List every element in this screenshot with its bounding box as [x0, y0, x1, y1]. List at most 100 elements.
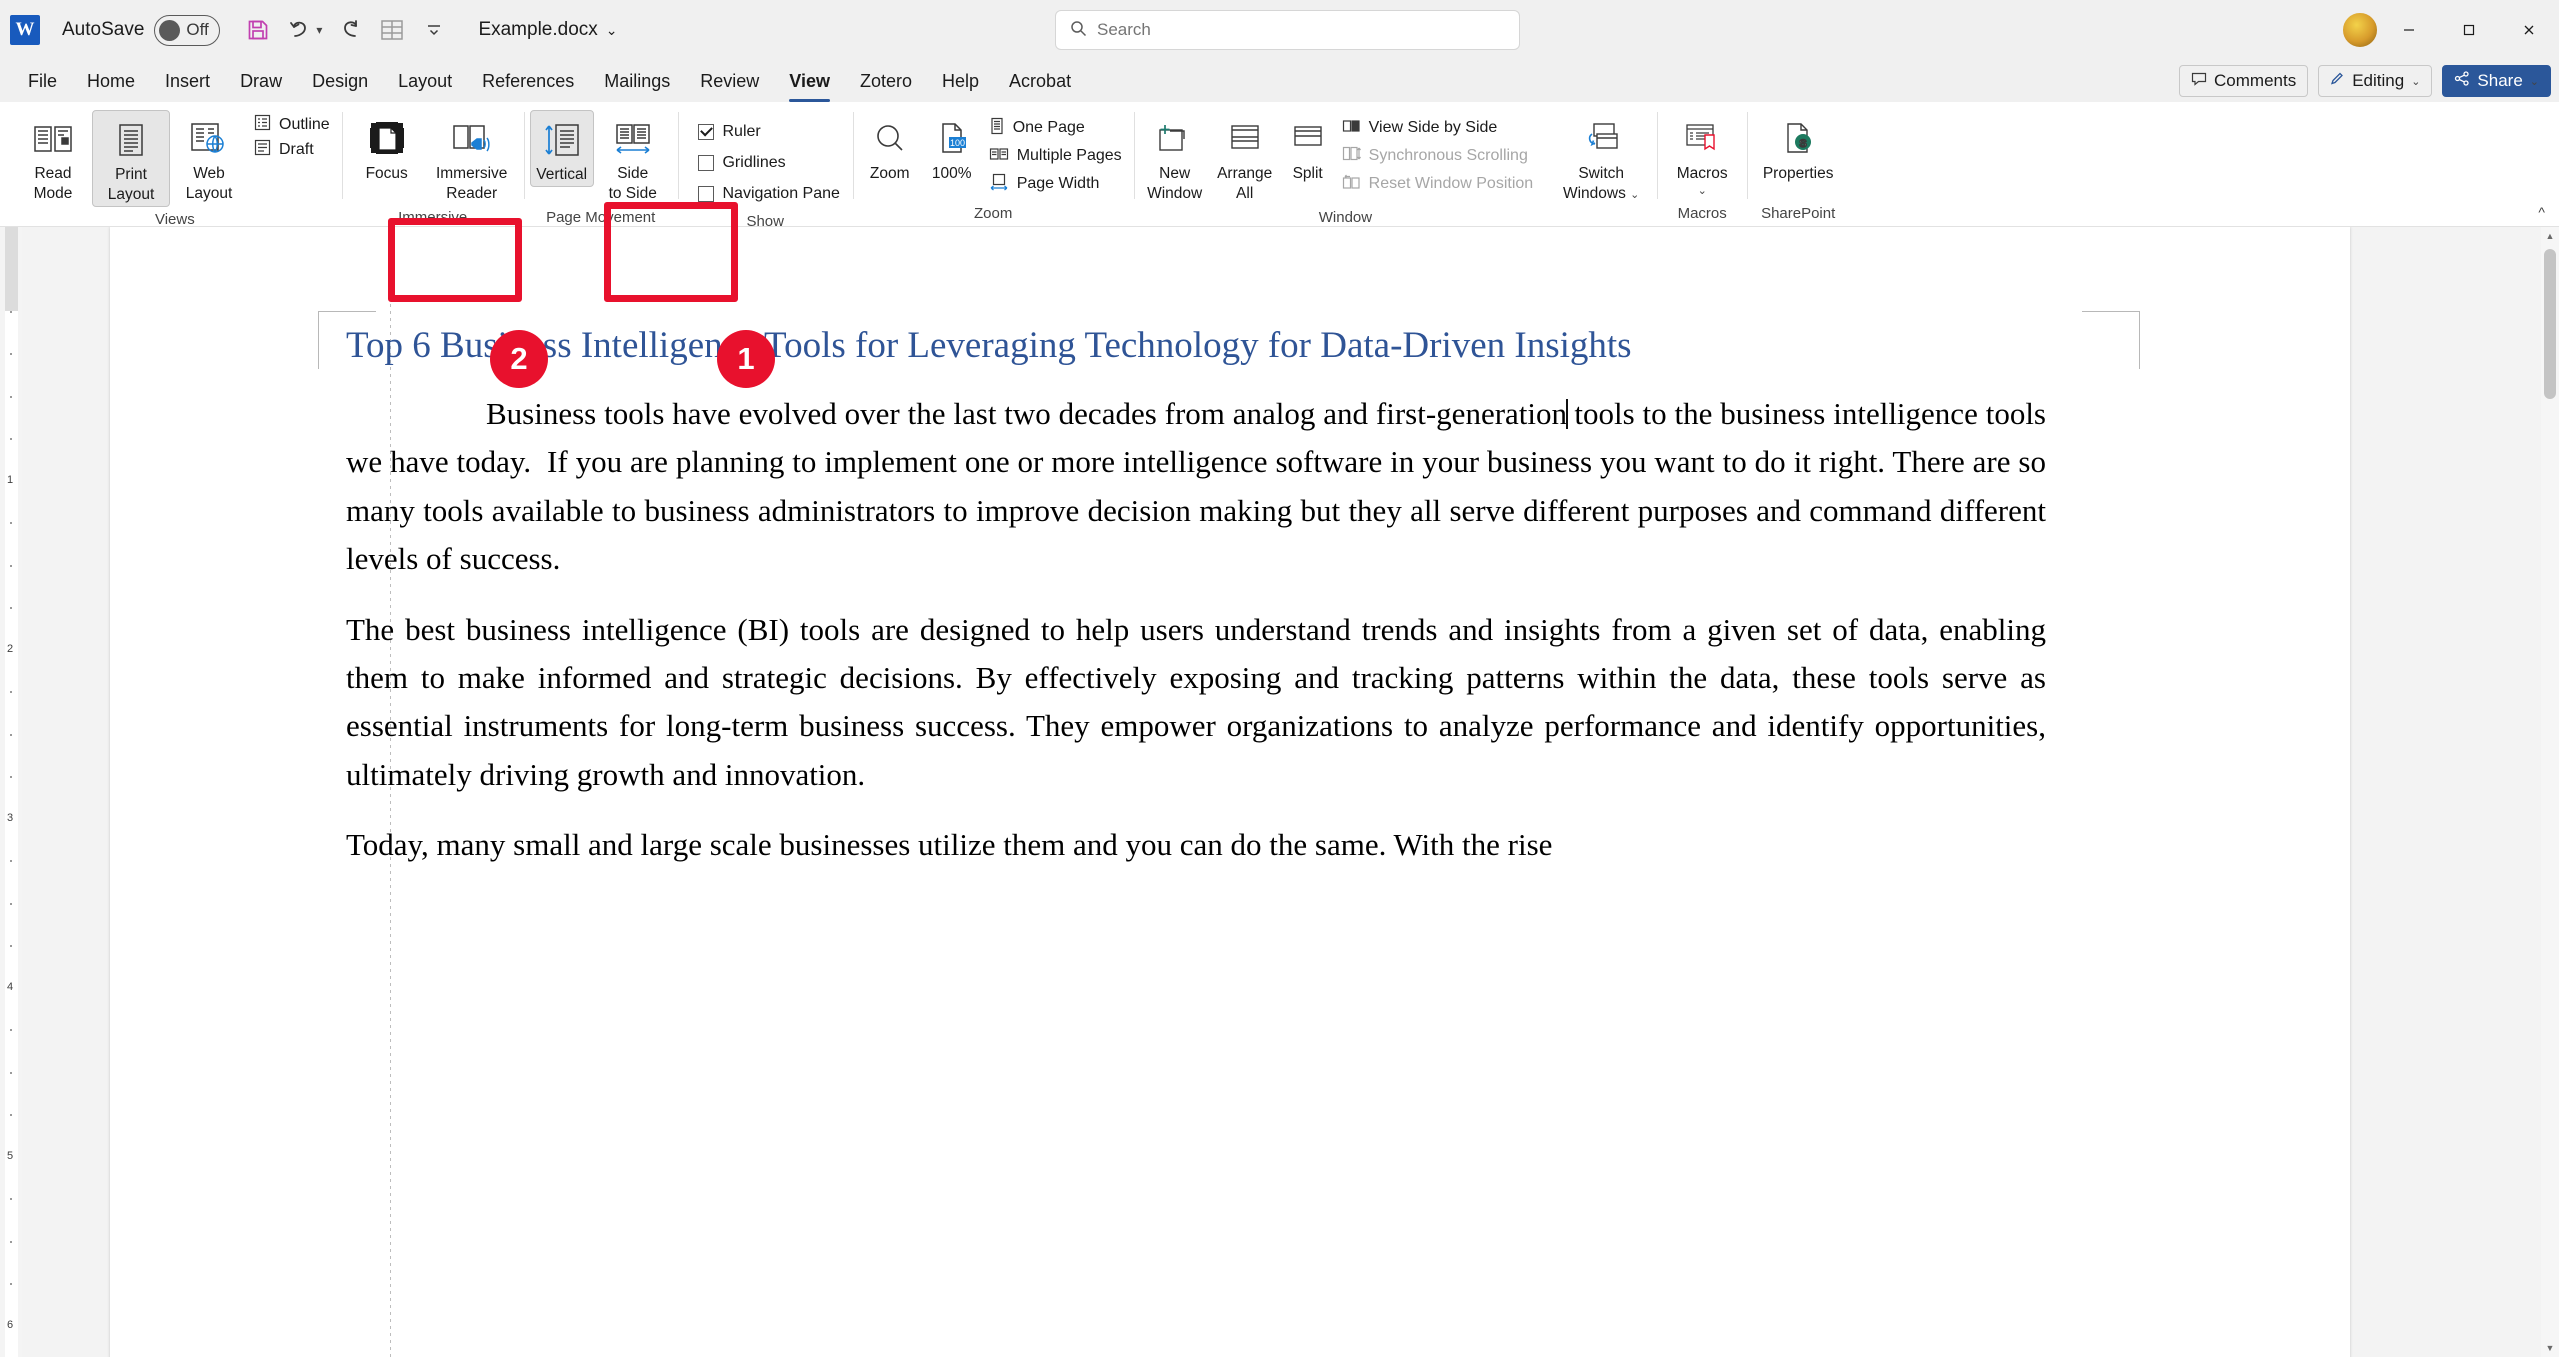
ribbon: Read Mode Print Layout Web Layout Outlin…: [0, 102, 2559, 230]
one-page-button[interactable]: One Page: [983, 114, 1128, 142]
save-icon[interactable]: [238, 10, 278, 50]
immersive-reader-label-1: Immersive: [435, 165, 508, 182]
tab-references[interactable]: References: [468, 67, 588, 96]
tab-draw[interactable]: Draw: [226, 67, 296, 96]
close-button[interactable]: [2499, 0, 2559, 60]
navigation-pane-checkbox[interactable]: [698, 185, 715, 202]
share-caret-icon[interactable]: ⌄: [2530, 75, 2539, 88]
macros-icon: [1683, 115, 1721, 163]
scroll-down-arrow[interactable]: ▼: [2541, 1339, 2559, 1357]
share-button[interactable]: Share ⌄: [2442, 65, 2551, 97]
collapse-ribbon-icon[interactable]: ^: [2538, 204, 2545, 220]
read-mode-button[interactable]: Read Mode: [14, 110, 92, 205]
vruler-number-5: 5: [7, 1150, 14, 1162]
vertical-ruler[interactable]: 1 2 3 4 5 6: [0, 227, 22, 1357]
vruler-number-1: 1: [7, 474, 14, 486]
vruler-tick: [10, 353, 12, 356]
multiple-pages-label: Multiple Pages: [1016, 147, 1122, 164]
avatar[interactable]: [2341, 11, 2379, 49]
split-button[interactable]: Split: [1280, 110, 1336, 185]
tab-help[interactable]: Help: [928, 67, 993, 96]
tab-design[interactable]: Design: [298, 67, 382, 96]
vruler-tick: [10, 1198, 12, 1201]
tab-zotero[interactable]: Zotero: [846, 67, 926, 96]
maximize-button[interactable]: [2439, 0, 2499, 60]
multiple-pages-icon: [989, 146, 1009, 167]
vertical-scrollbar[interactable]: ▲ ▼: [2541, 227, 2559, 1357]
tab-insert[interactable]: Insert: [151, 67, 224, 96]
document-name-caret[interactable]: ⌄: [606, 22, 618, 39]
side-to-side-button[interactable]: Side to Side: [594, 110, 672, 205]
print-layout-button[interactable]: Print Layout: [92, 110, 170, 207]
gridlines-label: Gridlines: [722, 153, 786, 171]
synchronous-scrolling-label: Synchronous Scrolling: [1368, 147, 1528, 164]
web-layout-button[interactable]: Web Layout: [170, 110, 248, 205]
zoom-label: Zoom: [869, 165, 910, 182]
magnifier-icon: [872, 115, 908, 163]
macros-button[interactable]: Macros ⌄: [1663, 110, 1741, 200]
multiple-pages-button[interactable]: Multiple Pages: [983, 142, 1128, 170]
gridlines-checkbox-row[interactable]: Gridlines: [692, 147, 845, 178]
arrange-all-button[interactable]: Arrange All: [1210, 110, 1280, 205]
vruler-tick: [10, 1113, 12, 1116]
page-margin-corner-top-right: [2082, 311, 2140, 369]
new-window-button[interactable]: New Window: [1140, 110, 1210, 205]
immersive-reader-button[interactable]: Immersive Reader: [426, 110, 518, 205]
undo-dropdown-caret[interactable]: ▾: [316, 23, 322, 37]
autosave-control[interactable]: AutoSave Off: [62, 14, 221, 46]
search-input[interactable]: [1097, 20, 1505, 40]
navigation-pane-checkbox-row[interactable]: Navigation Pane: [692, 178, 845, 209]
zoom-button[interactable]: Zoom: [859, 110, 921, 185]
scrollbar-thumb[interactable]: [2544, 249, 2556, 399]
ruler-checkbox[interactable]: [698, 123, 715, 140]
editing-mode-button[interactable]: Editing ⌄: [2318, 65, 2433, 97]
document-page[interactable]: Top 6 Business Intelligence Tools for Le…: [110, 227, 2350, 1357]
macros-caret-icon[interactable]: ⌄: [1698, 183, 1707, 198]
web-layout-icon: [188, 115, 230, 163]
minimize-button[interactable]: [2379, 0, 2439, 60]
arrange-all-icon: [1227, 115, 1263, 163]
tab-mailings[interactable]: Mailings: [590, 67, 684, 96]
draft-button[interactable]: Draft: [248, 137, 336, 162]
focus-icon: [367, 115, 407, 163]
outline-button[interactable]: Outline: [248, 112, 336, 137]
document-paragraph-2: The best business intelligence (BI) tool…: [346, 611, 2046, 792]
tab-layout[interactable]: Layout: [384, 67, 466, 96]
vruler-top-margin-band: [5, 227, 18, 311]
editing-caret-icon[interactable]: ⌄: [2411, 75, 2420, 88]
switch-windows-caret-icon[interactable]: ⌄: [1630, 189, 1639, 201]
new-window-icon: [1156, 115, 1194, 163]
redo-icon[interactable]: [330, 10, 370, 50]
zoom-100-button[interactable]: 100 100%: [921, 110, 983, 185]
document-text[interactable]: Top 6 Business Intelligence Tools for Le…: [346, 322, 2046, 891]
focus-button[interactable]: Focus: [348, 110, 426, 185]
switch-windows-button[interactable]: Switch Windows ⌄: [1551, 110, 1651, 205]
qat-overflow-icon[interactable]: [414, 10, 454, 50]
tab-home[interactable]: Home: [73, 67, 149, 96]
comments-button[interactable]: Comments: [2179, 65, 2309, 97]
page-width-button[interactable]: Page Width: [983, 170, 1128, 198]
tab-review[interactable]: Review: [686, 67, 773, 96]
immersive-reader-label-2: Reader: [446, 184, 498, 202]
document-name[interactable]: Example.docx ⌄: [478, 19, 617, 41]
sharepoint-properties-icon: S: [1781, 115, 1815, 163]
tab-file[interactable]: File: [14, 67, 71, 96]
autosave-toggle[interactable]: Off: [154, 14, 221, 46]
view-side-by-side-button[interactable]: View Side by Side: [1336, 114, 1540, 142]
table-icon[interactable]: [372, 10, 412, 50]
vertical-button[interactable]: Vertical: [529, 110, 594, 187]
vertical-scroll-icon: [542, 116, 582, 164]
ruler-checkbox-row[interactable]: Ruler: [692, 116, 845, 147]
undo-icon[interactable]: [280, 10, 320, 50]
show-checkbox-list: Ruler Gridlines Navigation Pane: [692, 114, 845, 209]
tab-view[interactable]: View: [775, 67, 844, 102]
search-box[interactable]: [1055, 10, 1520, 50]
draft-label: Draft: [279, 140, 314, 158]
gridlines-checkbox[interactable]: [698, 154, 715, 171]
sharepoint-properties-button[interactable]: S Properties: [1753, 110, 1843, 185]
document-canvas[interactable]: 1 2 3 4 5 6 Top 6 Business Intelligence Tools…: [0, 227, 2559, 1357]
scroll-up-arrow[interactable]: ▲: [2541, 227, 2559, 245]
tab-acrobat[interactable]: Acrobat: [995, 67, 1085, 96]
word-logo-icon: W: [10, 15, 40, 45]
group-label-zoom: Zoom: [974, 205, 1013, 222]
